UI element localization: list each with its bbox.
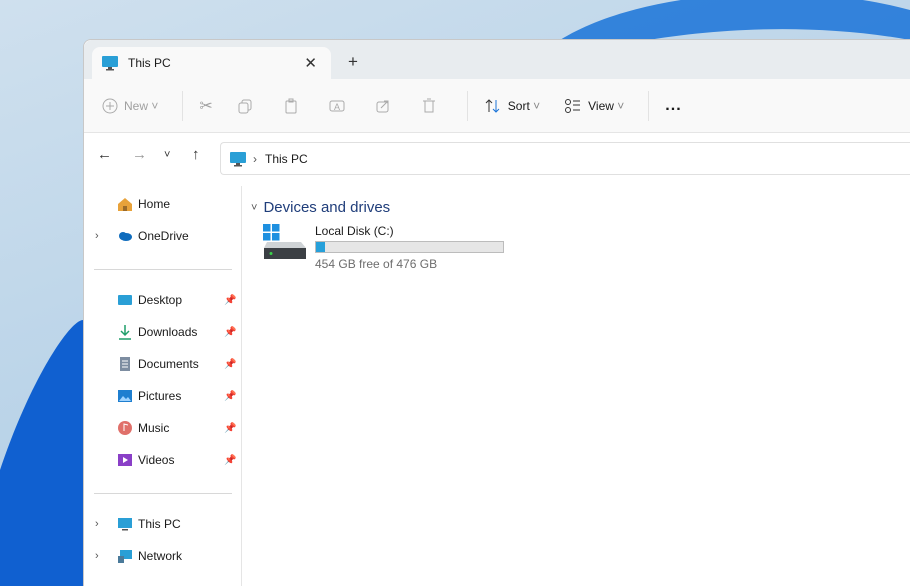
sidebar-item-desktop[interactable]: Desktop 📌 xyxy=(84,288,241,312)
sidebar-item-documents[interactable]: Documents 📌 xyxy=(84,352,241,376)
drive-free-space: 454 GB free of 476 GB xyxy=(315,257,438,271)
hard-drive-icon xyxy=(263,224,306,259)
expand-chevron-icon[interactable]: › xyxy=(95,230,99,242)
back-arrow-icon[interactable]: ← xyxy=(97,146,112,163)
drive-name: Local Disk (C:) xyxy=(315,224,394,238)
share-button[interactable] xyxy=(375,98,397,114)
pin-icon[interactable]: 📌 xyxy=(224,359,236,370)
divider xyxy=(466,90,468,121)
up-arrow-icon[interactable]: ↑ xyxy=(192,146,200,163)
svg-text:A: A xyxy=(334,102,340,112)
file-explorer-window: This PC ✕ + New ˅ ✂ A Sort ˅ View ˅ ... … xyxy=(83,39,910,586)
sidebar-label: Network xyxy=(138,549,183,563)
close-tab-icon[interactable]: ✕ xyxy=(304,54,317,72)
pin-icon[interactable]: 📌 xyxy=(224,327,236,338)
new-label: New xyxy=(124,98,149,113)
sidebar-label: Downloads xyxy=(138,325,198,339)
cloud-icon xyxy=(119,232,132,241)
tab-title: This PC xyxy=(128,56,171,70)
pin-icon[interactable]: 📌 xyxy=(224,423,236,434)
copy-icon xyxy=(238,99,252,113)
sidebar-item-onedrive[interactable]: › OneDrive xyxy=(84,224,241,248)
forward-arrow-icon[interactable]: → xyxy=(132,146,147,163)
monitor-icon xyxy=(118,518,132,531)
tab-this-pc[interactable]: This PC ✕ xyxy=(92,47,331,79)
pin-icon[interactable]: 📌 xyxy=(224,391,236,402)
rename-icon: A xyxy=(329,100,345,112)
group-header-devices[interactable]: ˅ Devices and drives xyxy=(251,199,390,216)
monitor-icon xyxy=(230,151,246,166)
sidebar-item-music[interactable]: Music 📌 xyxy=(84,416,241,440)
view-label: View xyxy=(588,98,614,113)
sidebar-label: Documents xyxy=(138,357,199,371)
breadcrumb-this-pc[interactable]: This PC xyxy=(265,152,308,166)
sort-icon xyxy=(485,98,500,113)
navigation-pane: Home › OneDrive Desktop 📌 Downloads 📌 Docum… xyxy=(84,186,242,586)
drive-local-disk-c[interactable]: Local Disk (C:) 454 GB free of 476 GB xyxy=(263,224,523,274)
command-bar: New ˅ ✂ A Sort ˅ View ˅ ... xyxy=(84,79,910,133)
sidebar-label: Desktop xyxy=(138,293,183,307)
recent-chevron-icon[interactable]: ˅ xyxy=(164,149,170,161)
collapse-chevron-icon[interactable]: ˅ xyxy=(251,202,257,214)
desktop-icon xyxy=(118,295,132,305)
rename-button[interactable]: A xyxy=(329,98,351,114)
address-bar[interactable]: › This PC xyxy=(220,142,910,175)
delete-button[interactable] xyxy=(421,98,443,114)
plus-circle-icon xyxy=(102,98,118,113)
divider xyxy=(182,90,184,121)
copy-button[interactable] xyxy=(237,98,259,114)
sidebar-item-this-pc[interactable]: › This PC xyxy=(84,512,241,536)
monitor-icon xyxy=(102,56,118,71)
address-row: ← → ˅ ↑ › This PC xyxy=(84,133,910,185)
more-options-button[interactable]: ... xyxy=(665,97,681,115)
picture-icon xyxy=(118,390,132,402)
sidebar-label: Videos xyxy=(138,453,175,467)
sidebar-item-downloads[interactable]: Downloads 📌 xyxy=(84,320,241,344)
sidebar-item-network[interactable]: › Network xyxy=(84,544,241,568)
group-title: Devices and drives xyxy=(263,199,391,216)
tab-bar: This PC ✕ + xyxy=(84,40,910,79)
sidebar-label: This PC xyxy=(138,517,181,531)
document-icon xyxy=(120,357,130,371)
expand-chevron-icon[interactable]: › xyxy=(95,518,99,530)
sidebar-label: Music xyxy=(138,421,170,435)
sidebar-label: Pictures xyxy=(138,389,182,403)
home-icon xyxy=(118,198,132,211)
paste-button[interactable] xyxy=(283,98,305,114)
cut-button[interactable]: ✂ xyxy=(199,96,212,116)
drive-usage-fill xyxy=(316,242,325,252)
expand-chevron-icon[interactable]: › xyxy=(95,550,99,562)
sidebar-label: Home xyxy=(138,197,171,211)
divider xyxy=(648,90,650,121)
video-icon xyxy=(118,454,132,466)
sidebar-item-videos[interactable]: Videos 📌 xyxy=(84,448,241,472)
content-pane: ˅ Devices and drives Local Disk (C:) 454 … xyxy=(243,186,910,586)
view-button[interactable]: View ˅ xyxy=(564,98,624,114)
sidebar-label: OneDrive xyxy=(138,229,189,243)
drive-usage-bar xyxy=(315,241,504,253)
music-icon xyxy=(118,421,132,435)
download-icon xyxy=(119,325,131,340)
share-icon xyxy=(376,100,389,112)
pin-icon[interactable]: 📌 xyxy=(224,295,236,306)
sidebar-item-home[interactable]: Home xyxy=(84,192,241,216)
network-icon xyxy=(118,550,132,563)
more-icon: ... xyxy=(665,96,682,114)
pin-icon[interactable]: 📌 xyxy=(224,455,236,466)
new-button[interactable]: New ˅ xyxy=(102,98,158,114)
trash-icon xyxy=(422,98,435,112)
clipboard-icon xyxy=(285,98,297,113)
wallpaper-bloom xyxy=(0,320,83,586)
new-tab-button[interactable]: + xyxy=(348,52,358,72)
sidebar-item-pictures[interactable]: Pictures 📌 xyxy=(84,384,241,408)
sort-button[interactable]: Sort ˅ xyxy=(484,98,540,114)
view-list-icon xyxy=(565,98,581,113)
breadcrumb-chevron-icon: › xyxy=(253,151,257,166)
scissors-icon: ✂ xyxy=(199,97,213,115)
divider xyxy=(94,269,232,270)
sort-label: Sort xyxy=(507,98,530,113)
divider xyxy=(94,493,232,494)
